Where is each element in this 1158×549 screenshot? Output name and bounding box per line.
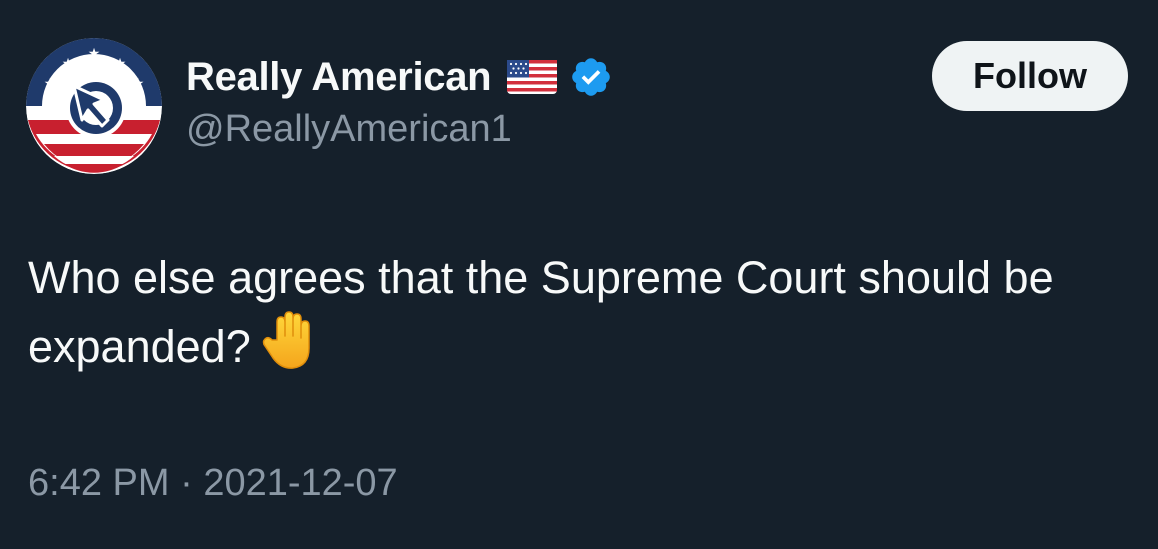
author-name-row[interactable]: Really American: [186, 52, 613, 102]
svg-text:★: ★: [88, 46, 101, 62]
tweet-text: Who else agrees that the Supreme Court s…: [28, 252, 1054, 372]
follow-button[interactable]: Follow: [932, 41, 1128, 111]
author-handle[interactable]: @ReallyAmerican1: [186, 108, 512, 151]
svg-text:★: ★: [62, 56, 75, 72]
svg-text:★: ★: [114, 56, 127, 72]
svg-text:★: ★: [132, 76, 145, 92]
author-display-name[interactable]: Really American: [186, 55, 492, 100]
tweet-date: 2021-12-07: [203, 462, 398, 504]
verified-badge-icon[interactable]: [569, 55, 613, 99]
tweet-card: ★ ★ ★ ★ ★ Really American @ReallyAmerica…: [0, 0, 1158, 549]
tweet-timestamp[interactable]: 6:42 PM · 2021-12-07: [28, 462, 398, 505]
really-american-logo-icon: ★ ★ ★ ★ ★: [26, 38, 162, 174]
meta-separator: ·: [180, 462, 193, 504]
svg-text:★: ★: [44, 76, 57, 92]
us-flag-icon: [507, 60, 558, 94]
tweet-time: 6:42 PM: [28, 462, 170, 504]
tweet-body: Who else agrees that the Supreme Court s…: [28, 246, 1138, 379]
avatar[interactable]: ★ ★ ★ ★ ★: [26, 38, 162, 174]
raised-hand-emoji-icon: [261, 310, 317, 372]
